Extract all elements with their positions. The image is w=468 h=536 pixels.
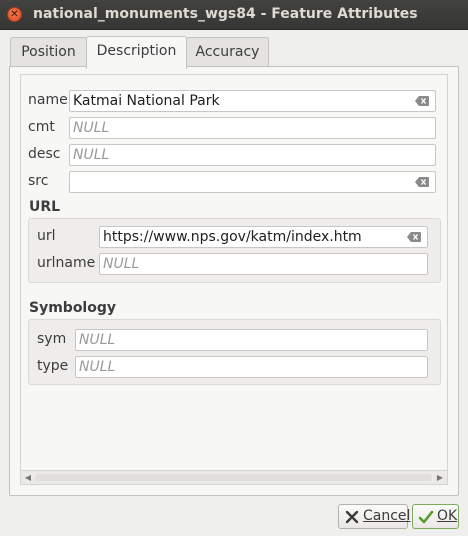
src-field[interactable] — [69, 171, 436, 193]
name-label: name — [28, 92, 68, 108]
name-field[interactable]: Katmai National Park — [69, 90, 436, 112]
window-close-icon[interactable]: ✕ — [7, 7, 22, 22]
cancel-icon — [345, 510, 359, 524]
scroll-left-icon[interactable]: ◀ — [21, 471, 35, 484]
description-tab-panel: name Katmai National Park cmt NULL desc … — [9, 66, 459, 496]
url-value: https://www.nps.gov/katm/index.htm — [103, 229, 362, 245]
cancel-button[interactable]: Cancel — [338, 504, 411, 529]
form-scroll-area: name Katmai National Park cmt NULL desc … — [20, 74, 448, 485]
type-label: type — [37, 358, 69, 374]
desc-label: desc — [28, 146, 61, 162]
symbology-group-title: Symbology — [29, 300, 117, 316]
clear-icon[interactable] — [415, 96, 429, 106]
ok-button[interactable]: OK — [412, 504, 459, 529]
tab-accuracy[interactable]: Accuracy — [186, 37, 269, 67]
cancel-label: Cancel — [363, 508, 411, 524]
urlname-field[interactable]: NULL — [99, 253, 428, 275]
urlname-label: urlname — [37, 255, 96, 271]
tab-description[interactable]: Description — [86, 36, 187, 69]
url-group: url https://www.nps.gov/katm/index.htm u… — [28, 218, 441, 283]
window-titlebar: ✕ national_monuments_wgs84 - Feature Att… — [0, 0, 468, 30]
sym-label: sym — [37, 331, 67, 347]
url-label: url — [37, 228, 56, 244]
clear-icon[interactable] — [407, 232, 421, 242]
name-value: Katmai National Park — [73, 93, 220, 109]
window-title: national_monuments_wgs84 - Feature Attri… — [33, 6, 418, 22]
cmt-label: cmt — [28, 119, 55, 135]
sym-field[interactable]: NULL — [75, 329, 428, 351]
scrollbar-thumb[interactable] — [35, 474, 432, 481]
type-field[interactable]: NULL — [75, 356, 428, 378]
ok-label: OK — [437, 508, 458, 524]
cmt-field[interactable]: NULL — [69, 117, 436, 139]
checkmark-icon — [418, 510, 434, 524]
src-label: src — [28, 173, 49, 189]
scroll-right-icon[interactable]: ▶ — [433, 471, 447, 484]
url-field[interactable]: https://www.nps.gov/katm/index.htm — [99, 226, 428, 248]
desc-field[interactable]: NULL — [69, 144, 436, 166]
url-group-title: URL — [29, 199, 61, 215]
tab-position[interactable]: Position — [10, 37, 87, 67]
clear-icon[interactable] — [415, 177, 429, 187]
horizontal-scrollbar[interactable]: ◀ ▶ — [21, 470, 447, 484]
symbology-group: sym NULL type NULL — [28, 319, 441, 385]
